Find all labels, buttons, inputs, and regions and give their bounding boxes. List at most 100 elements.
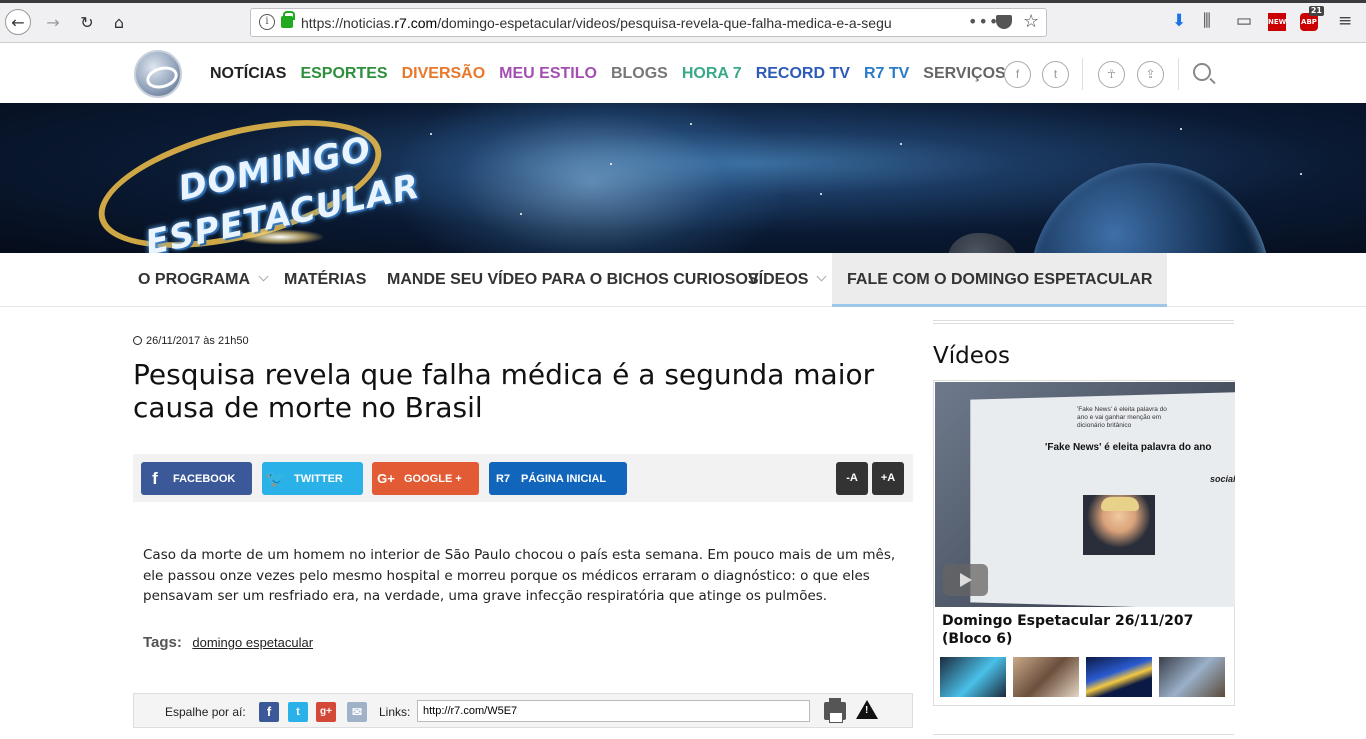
- sidebar-divider: [933, 320, 1234, 321]
- twitter-icon[interactable]: t: [288, 702, 308, 722]
- upload-icon[interactable]: ⇪: [1137, 61, 1164, 88]
- thumbnail-social-label: social: [1210, 474, 1235, 484]
- play-icon[interactable]: [943, 564, 988, 596]
- short-link-field[interactable]: http://r7.com/W5E7: [417, 700, 810, 722]
- sidebar-divider: [933, 734, 1234, 735]
- url-path: /domingo-espetacular/videos/pesquisa-rev…: [437, 15, 892, 31]
- nav-esportes[interactable]: ESPORTES: [300, 65, 387, 83]
- reload-icon: ↻: [80, 12, 94, 32]
- info-icon[interactable]: i: [259, 14, 275, 30]
- video-thumb-small[interactable]: [1086, 657, 1152, 697]
- video-thumbnail[interactable]: 'Fake News' é eleita palavra do ano e va…: [935, 382, 1235, 607]
- video-thumb-small[interactable]: [1159, 657, 1225, 697]
- subnav-label: FALE COM O DOMINGO ESPETACULAR: [847, 271, 1153, 288]
- lock-icon[interactable]: [281, 11, 295, 28]
- bookmark-star-icon[interactable]: ☆: [1023, 11, 1039, 32]
- domingo-espetacular-logo[interactable]: DOMINGO ESPETACULAR: [85, 103, 424, 253]
- sidebar-divider: [933, 323, 1234, 324]
- thumbnail-headline-big: 'Fake News' é eleita palavra do ano: [1045, 442, 1212, 453]
- thumbnail-headline: 'Fake News' é eleita palavra do ano e va…: [1077, 406, 1167, 429]
- banner-star: [690, 123, 692, 125]
- url-prefix: https://noticias.: [301, 15, 395, 31]
- url-bar[interactable]: i https://noticias.r7.com/domingo-espeta…: [250, 8, 1047, 37]
- hamburger-menu-icon[interactable]: ≡: [1338, 11, 1352, 31]
- subnav-label: O PROGRAMA: [138, 271, 250, 288]
- subnav-o-programa[interactable]: O PROGRAMA: [138, 253, 269, 307]
- subnav-videos[interactable]: VÍDEOS: [748, 253, 827, 307]
- tab-strip: [0, 0, 1366, 3]
- adblock-count: 21: [1308, 6, 1324, 16]
- twitter-icon: 🐦: [265, 468, 287, 488]
- banner-star: [820, 193, 822, 195]
- subnav-mande-seu-video[interactable]: MANDE SEU VÍDEO PARA O BICHOS CURIOSOS: [387, 253, 759, 307]
- sidebar-icon[interactable]: ▭: [1236, 11, 1252, 31]
- thumbnail-photo: [1083, 495, 1155, 555]
- tag-link[interactable]: domingo espetacular: [192, 635, 313, 650]
- video-thumb-small[interactable]: [1013, 657, 1079, 697]
- facebook-share-label: FACEBOOK: [173, 472, 236, 485]
- url-domain: r7.com: [394, 15, 438, 31]
- r7-logo[interactable]: [134, 50, 182, 98]
- pocket-icon[interactable]: [996, 15, 1012, 29]
- r7-icon: R7: [495, 472, 511, 485]
- subnav-materias[interactable]: MATÉRIAS: [284, 253, 366, 307]
- twitter-share-label: TWITTER: [294, 472, 343, 485]
- print-icon[interactable]: [824, 698, 846, 723]
- home-page-button[interactable]: R7 PÁGINA INICIAL: [489, 462, 627, 495]
- spread-label: Espalhe por aí:: [165, 705, 246, 719]
- nav-meu-estilo[interactable]: MEU ESTILO: [499, 65, 597, 83]
- banner-star: [520, 213, 522, 215]
- banner-star: [610, 163, 612, 165]
- spread-bar: Espalhe por aí: f t g+ ✉ Links: http://r…: [133, 693, 913, 728]
- featured-video-card[interactable]: 'Fake News' é eleita palavra do ano e va…: [933, 380, 1235, 706]
- google-plus-icon[interactable]: g+: [316, 702, 336, 722]
- warning-icon[interactable]: !: [856, 700, 878, 719]
- forward-button[interactable]: →: [40, 9, 66, 35]
- banner-star: [430, 133, 432, 135]
- nav-servicos[interactable]: SERVIÇOS: [923, 65, 1005, 83]
- library-icon[interactable]: ⫼: [1203, 11, 1211, 31]
- banner-nebula: [400, 103, 780, 253]
- nav-noticias[interactable]: NOTÍCIAS: [210, 65, 286, 83]
- increase-font-button[interactable]: +A: [872, 462, 904, 495]
- nav-record-tv[interactable]: RECORD TV: [756, 65, 850, 83]
- subnav-fale-com[interactable]: FALE COM O DOMINGO ESPETACULAR: [832, 253, 1168, 307]
- nav-r7-tv[interactable]: R7 TV: [864, 65, 909, 83]
- facebook-icon[interactable]: f: [259, 702, 279, 722]
- home-button[interactable]: ⌂: [106, 9, 132, 35]
- search-icon[interactable]: [1193, 63, 1211, 81]
- logo-flare: [235, 229, 325, 245]
- back-button[interactable]: ←: [5, 9, 31, 35]
- nav-hora-7[interactable]: HORA 7: [682, 65, 742, 83]
- nav-blogs[interactable]: BLOGS: [611, 65, 668, 83]
- video-caption[interactable]: Domingo Espetacular 26/11/207 (Bloco 6): [942, 612, 1222, 648]
- article-date-text: 26/11/2017 às 21h50: [146, 335, 249, 347]
- accessibility-icon[interactable]: ☥: [1098, 61, 1125, 88]
- clock-icon: [133, 336, 142, 345]
- tags-label: Tags:: [143, 634, 182, 651]
- nav-diversao[interactable]: DIVERSÃO: [402, 65, 486, 83]
- download-icon[interactable]: ⬇: [1172, 11, 1186, 31]
- banner-star: [1300, 173, 1302, 175]
- adblock-icon[interactable]: ABP 21: [1300, 6, 1324, 31]
- adblock-label: ABP: [1301, 18, 1317, 26]
- share-bar: f FACEBOOK 🐦 TWITTER G+ GOOGLE + R7 PÁGINA I…: [133, 454, 913, 502]
- reload-button[interactable]: ↻: [74, 9, 100, 35]
- program-nav: O PROGRAMA MATÉRIAS MANDE SEU VÍDEO PARA…: [0, 253, 1366, 307]
- google-share-button[interactable]: G+ GOOGLE +: [372, 462, 479, 495]
- news-extension-icon[interactable]: NEW: [1268, 13, 1286, 31]
- twitter-share-button[interactable]: 🐦 TWITTER: [262, 462, 363, 495]
- twitter-icon[interactable]: t: [1042, 61, 1069, 88]
- article-body: Caso da morte de um homem no interior de…: [143, 547, 896, 604]
- google-plus-icon: G+: [377, 471, 395, 486]
- decrease-font-button[interactable]: -A: [836, 462, 868, 495]
- page-actions-icon[interactable]: •••: [968, 12, 999, 31]
- url-text[interactable]: https://noticias.r7.com/domingo-espetacu…: [301, 15, 941, 31]
- email-icon[interactable]: ✉: [347, 702, 367, 722]
- chevron-down-icon: [258, 271, 269, 282]
- header-divider: [1178, 58, 1179, 90]
- facebook-icon[interactable]: f: [1004, 61, 1031, 88]
- video-thumb-small[interactable]: [940, 657, 1006, 697]
- facebook-share-button[interactable]: f FACEBOOK: [141, 462, 252, 495]
- article-date: 26/11/2017 às 21h50: [133, 335, 249, 347]
